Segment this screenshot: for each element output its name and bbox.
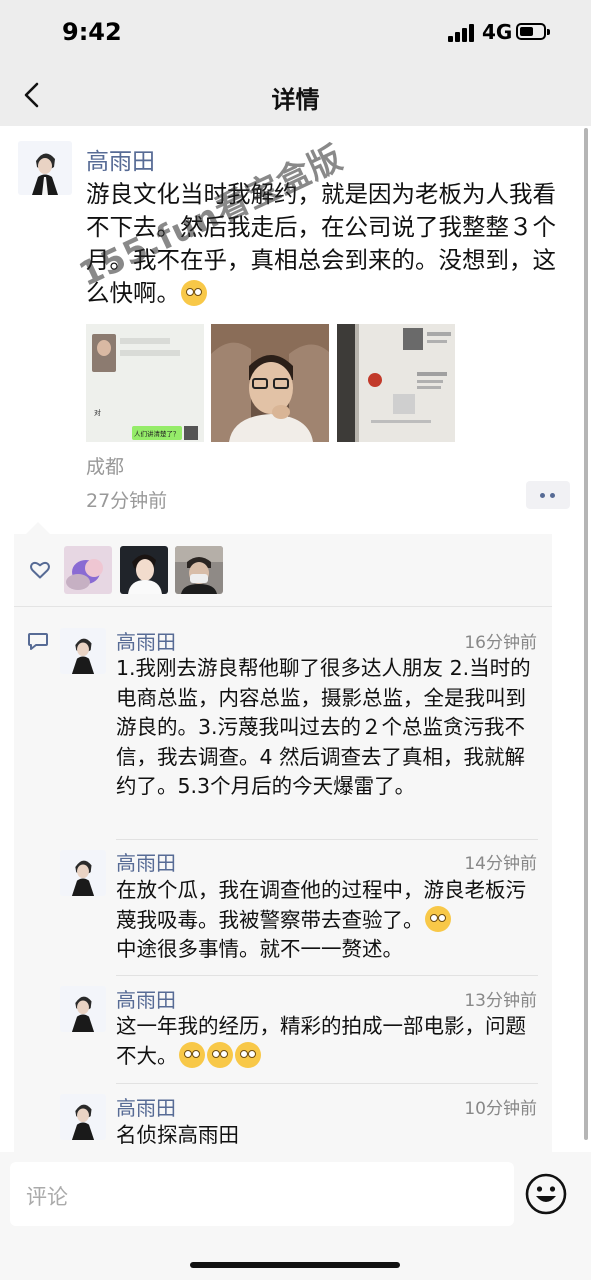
like-avatar-2[interactable] xyxy=(120,546,168,594)
comment-icon xyxy=(28,633,48,650)
post-photo-3[interactable] xyxy=(337,324,455,442)
comment-text: 这一年我的经历，精彩的拍成一部电影，问题不大。 xyxy=(116,1012,536,1071)
comment-text: 1.我刚去游良帮他聊了很多达人朋友 2.当时的电商总监，内容总监，摄影总监，全是… xyxy=(116,656,531,798)
status-time: 9:42 xyxy=(62,18,122,46)
status-bar: 9:42 4G xyxy=(0,0,591,66)
post-author-name[interactable]: 高雨田 xyxy=(86,142,155,176)
likes-divider xyxy=(14,606,552,607)
emoji-icon[interactable] xyxy=(524,1172,568,1216)
like-avatar-1[interactable] xyxy=(64,546,112,594)
more-button[interactable] xyxy=(526,481,570,509)
comment-avatar[interactable] xyxy=(60,850,106,896)
comment-avatar[interactable] xyxy=(60,628,106,674)
photo-1-caption: 人们讲清楚了？ xyxy=(134,430,180,438)
like-avatar-3[interactable] xyxy=(175,546,223,594)
emoji-icon xyxy=(234,1041,261,1068)
post-time: 27分钟前 xyxy=(86,490,168,512)
comment-author[interactable]: 高雨田 xyxy=(116,626,176,655)
comment-time: 14分钟前 xyxy=(464,854,537,874)
author-avatar[interactable] xyxy=(18,141,72,195)
emoji-icon xyxy=(181,280,207,306)
post-photo-2[interactable] xyxy=(211,324,329,442)
comment-input[interactable]: 评论 xyxy=(10,1162,514,1226)
comment-text-part: 这一年我的经历，精彩的拍成一部电影，问题不大。 xyxy=(116,1014,526,1068)
post-location[interactable]: 成都 xyxy=(86,452,124,479)
emoji-icon xyxy=(178,1041,205,1068)
home-indicator xyxy=(190,1262,400,1268)
photo-1-small-text: 对 xyxy=(94,409,101,417)
comment-divider xyxy=(116,1083,538,1084)
comment-text: 名侦探高雨田 xyxy=(116,1123,239,1147)
emoji-icon xyxy=(206,1041,233,1068)
comment-avatar[interactable] xyxy=(60,986,106,1032)
comment-author[interactable]: 高雨田 xyxy=(116,847,176,876)
comment-divider xyxy=(116,839,538,840)
comment-text: 在放个瓜，我在调查他的过程中，游良老板污蔑我吸毒。我被警察带去查验了。中途很多事… xyxy=(116,876,536,965)
emoji-icon xyxy=(424,905,451,932)
comment-avatar[interactable] xyxy=(60,1094,106,1140)
comment-text-part: 中途很多事情。就不一一赘述。 xyxy=(116,937,403,961)
comment-author[interactable]: 高雨田 xyxy=(116,984,176,1013)
comment-author[interactable]: 高雨田 xyxy=(116,1092,176,1121)
network-type: 4G xyxy=(482,20,513,44)
signal-icon xyxy=(448,24,476,42)
scrollbar[interactable] xyxy=(584,128,588,1140)
comment-time: 16分钟前 xyxy=(464,633,537,653)
box-pointer xyxy=(26,522,50,534)
post-photo-1[interactable]: 人们讲清楚了？ 对 xyxy=(86,324,204,442)
nav-bar: 详情 xyxy=(0,66,591,126)
page-title: 详情 xyxy=(271,86,320,114)
battery-icon xyxy=(516,23,550,40)
comment-time: 10分钟前 xyxy=(464,1099,537,1119)
comment-time: 13分钟前 xyxy=(464,991,537,1011)
comment-divider xyxy=(116,975,538,976)
comment-text-part: 在放个瓜，我在调查他的过程中，游良老板污蔑我吸毒。我被警察带去查验了。 xyxy=(116,878,526,932)
heart-icon xyxy=(30,561,50,579)
